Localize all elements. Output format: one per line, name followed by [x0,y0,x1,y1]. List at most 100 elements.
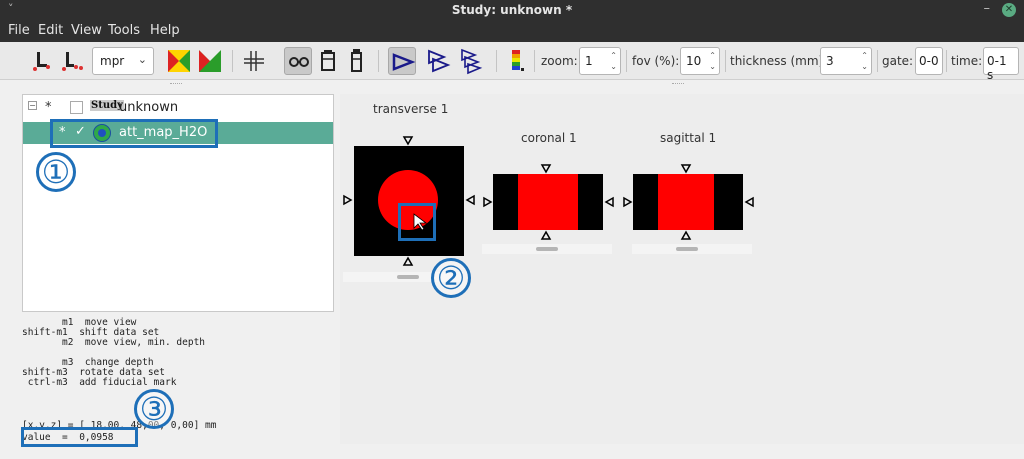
canister-tall-icon [351,49,362,72]
menu-view[interactable]: View [71,23,102,38]
gate-field[interactable]: 0-0 [915,47,943,75]
view-label-coronal: coronal 1 [521,131,577,145]
spin-arrows-icon: ⌃ ⌄ [610,51,617,71]
overlay-icon [199,50,221,72]
time-label: time: [951,54,983,68]
colortable-icon [512,50,524,71]
splitter-handle[interactable] [672,83,684,86]
fov-label: fov (%): [632,54,680,68]
marker-bottom-icon [680,230,692,240]
toolbar-separator [626,50,627,72]
zoom-value: 1 [585,54,593,68]
menu-edit[interactable]: Edit [38,23,63,38]
view-label-transverse: transverse 1 [373,102,449,116]
view-single-button[interactable] [284,47,312,75]
interpolation-trilinear-button[interactable] [58,47,86,75]
toolbar-separator [232,50,233,72]
view-mode-value: mpr [100,54,125,68]
sagittal-slice-scrollbar[interactable] [632,244,752,254]
marker-top-icon [540,164,552,174]
study-checkbox[interactable] [70,101,83,114]
glasses-icon [289,57,309,67]
target-three-button[interactable] [456,47,484,75]
view-label-sagittal: sagittal 1 [660,131,717,145]
view-linked-button[interactable] [314,47,342,75]
study-label: unknown [119,100,179,115]
menu-bar: File Edit View Tools Help [0,20,1024,42]
sagittal-view[interactable] [622,162,757,242]
coronal-slice-scrollbar[interactable] [482,244,612,254]
toolbar-separator [378,50,379,72]
annotation-number-1: ① [36,152,76,192]
close-button[interactable]: ✕ [1002,3,1016,17]
target-none-button[interactable] [388,47,416,75]
colortable-button[interactable] [503,47,531,75]
marker-bottom-icon [540,230,552,240]
interpolation-nearest-icon [33,52,50,71]
marker-bottom-icon [402,256,414,266]
app-window: ˅ Study: unknown * – ✕ File Edit View To… [0,0,1024,459]
view-mode-select[interactable]: mpr ⌄ [92,47,154,75]
marker-right-icon [744,196,754,208]
annotation-box-dataset [50,119,218,148]
marker-left-icon [343,194,353,206]
fov-spinbox[interactable]: 10 ⌃ ⌄ [680,47,720,75]
study-modified-mark: * [45,100,52,115]
zoom-label: zoom: [541,54,578,68]
interpolation-trilinear-icon [62,52,83,71]
blend-icon [168,50,190,72]
chevron-down-icon: ⌄ [137,53,147,66]
target-double-icon [428,49,451,73]
annotation-box-value [21,427,138,447]
toolbar-separator [946,50,947,72]
toolbar-separator [877,50,878,72]
minimize-button[interactable]: – [984,1,991,16]
interpolation-nearest-button[interactable] [28,47,56,75]
toolbar-separator [725,50,726,72]
scrollbar-thumb[interactable] [536,247,558,251]
zoom-spinbox[interactable]: 1 ⌃ ⌄ [579,47,621,75]
annotation-box-cursor [398,203,436,241]
annotation-number-2: ② [431,258,471,298]
render-blend-button[interactable] [165,47,193,75]
window-title: Study: unknown * [451,3,573,17]
marker-right-icon [604,196,614,208]
scrollbar-thumb[interactable] [676,247,698,251]
toolbar-separator [534,50,535,72]
marker-left-icon [623,196,633,208]
target-two-button[interactable] [424,47,452,75]
crosshair-toggle-button[interactable] [240,47,268,75]
marker-right-icon [465,194,475,206]
spin-arrows-icon: ⌃ ⌄ [861,51,868,71]
fov-value: 10 [686,54,702,68]
view-linked-2-button[interactable] [342,47,370,75]
crosshair-icon [244,51,264,71]
menu-help[interactable]: Help [150,23,180,38]
collapse-icon[interactable]: − [28,101,37,110]
marker-top-icon [680,164,692,174]
splitter-handle[interactable] [170,83,182,86]
toolbar-separator [496,50,497,72]
thickness-spinbox[interactable]: 3 ⌃ ⌄ [820,47,872,75]
coronal-view[interactable] [482,162,617,242]
toolbar: mpr ⌄ zoom: 1 ⌃ ⌄ fov (%): 10 ⌃ ⌄ thickn… [0,42,1024,82]
gate-label: gate: [882,54,914,68]
spin-arrows-icon: ⌃ ⌄ [709,51,716,71]
marker-top-icon [402,136,414,146]
phantom-slab [518,174,578,230]
annotation-number-3: ③ [134,389,174,429]
target-triple-icon [461,48,483,75]
canister-icon [321,50,335,71]
transverse-view[interactable] [340,132,480,270]
menu-tools[interactable]: Tools [108,23,140,38]
render-overlay-button[interactable] [196,47,224,75]
menu-file[interactable]: File [8,23,30,38]
scrollbar-thumb[interactable] [397,275,419,279]
target-arrow-icon [392,53,416,71]
tree-row-study[interactable]: − * Study unknown [23,98,333,120]
mouse-help-text: m1 move view shift-m1 shift data set m2 … [22,317,206,388]
thickness-value: 3 [826,54,834,68]
title-bar: ˅ Study: unknown * – ✕ [0,0,1024,20]
time-field[interactable]: 0-1 s [983,47,1019,82]
thickness-label: thickness (mm): [730,54,828,68]
